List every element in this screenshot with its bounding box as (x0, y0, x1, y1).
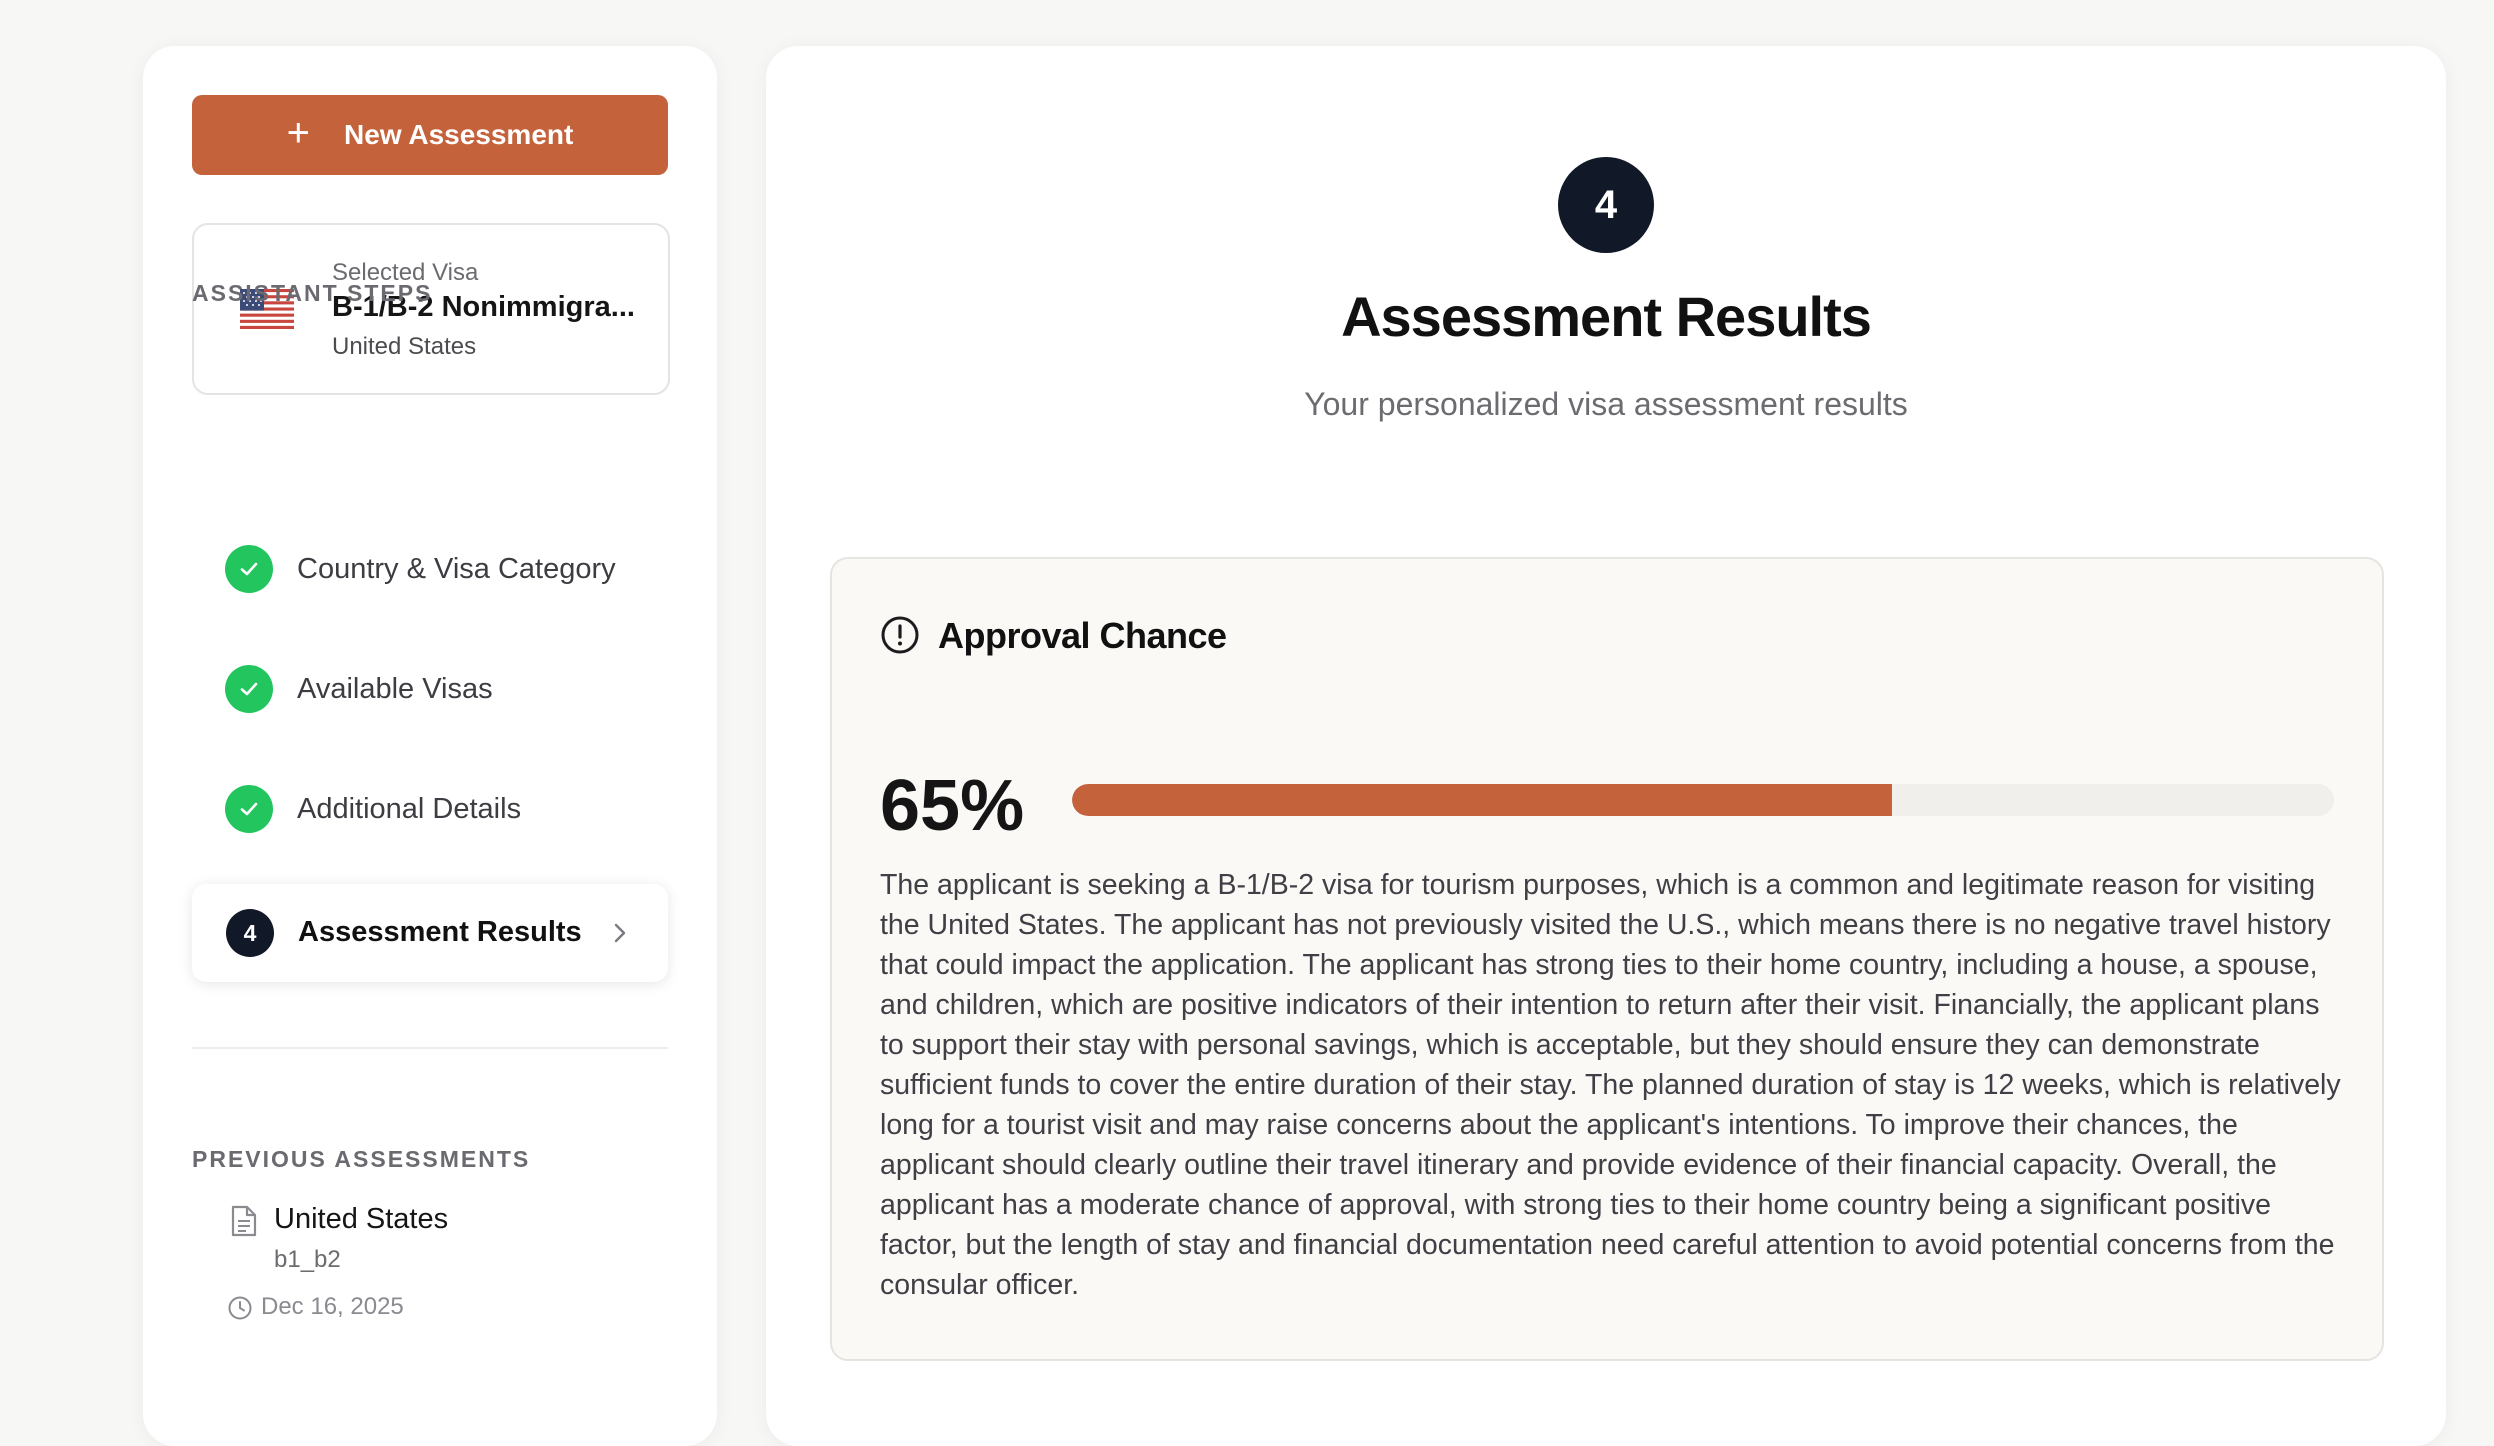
check-icon (225, 545, 273, 593)
approval-chance-card: Approval Chance 65% The applicant is see… (830, 557, 2384, 1361)
check-icon (225, 665, 273, 713)
step-number-badge: 4 (226, 909, 274, 957)
assistant-steps-heading: ASSISTANT STEPS (192, 280, 433, 306)
step-label: Available Visas (297, 672, 493, 705)
approval-percent: 65% (880, 766, 1025, 846)
page-title: Assessment Results (1341, 285, 1872, 348)
alert-circle-icon (881, 616, 919, 654)
step-number-badge: 4 (1558, 157, 1654, 253)
chevron-right-icon (614, 923, 626, 943)
previous-assessment-date: Dec 16, 2025 (261, 1293, 404, 1320)
new-assessment-label: New Assessment (344, 119, 574, 150)
new-assessment-button[interactable]: + New Assessment (192, 95, 668, 175)
sidebar-divider (192, 1047, 668, 1049)
selected-visa-card[interactable]: Selected Visa B-1/B-2 Nonimmigra... Unit… (192, 223, 670, 395)
approval-progress-bar (1072, 784, 2334, 816)
check-icon (225, 785, 273, 833)
step-country-visa-category[interactable]: Country & Visa Category (225, 545, 616, 593)
page-subtitle: Your personalized visa assessment result… (1304, 386, 1908, 422)
clock-icon (228, 1296, 252, 1320)
step-assessment-results[interactable]: 4 Assessment Results (192, 884, 668, 982)
plus-icon: + (286, 111, 311, 155)
step-available-visas[interactable]: Available Visas (225, 665, 493, 713)
approval-description: The applicant is seeking a B-1/B-2 visa … (880, 869, 2341, 1301)
previous-assessment-country[interactable]: United States (274, 1203, 448, 1236)
step-label: Additional Details (297, 792, 522, 825)
approval-progress-fill (1072, 784, 1893, 816)
step-additional-details[interactable]: Additional Details (225, 785, 521, 833)
document-icon (231, 1205, 257, 1237)
sidebar: + New Assessment Selected Visa B-1/B-2 N… (143, 46, 717, 1446)
main-panel: 4 Assessment Results Your personalized v… (766, 46, 2446, 1446)
approval-chance-heading: Approval Chance (938, 615, 1227, 656)
previous-assessments-heading: PREVIOUS ASSESSMENTS (192, 1146, 531, 1172)
selected-visa-country: United States (332, 333, 477, 360)
step-label: Assessment Results (298, 916, 582, 948)
step-label: Country & Visa Category (297, 552, 616, 585)
previous-assessment-code: b1_b2 (274, 1246, 341, 1273)
